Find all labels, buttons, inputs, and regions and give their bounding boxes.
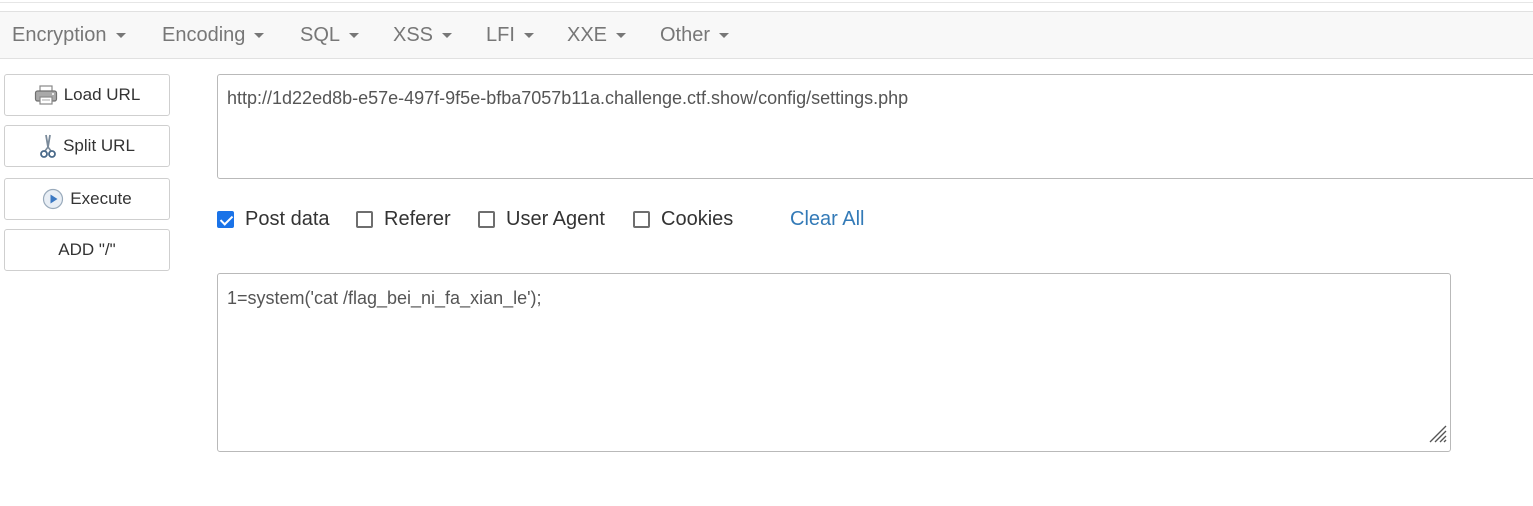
- url-textarea[interactable]: http://1d22ed8b-e57e-497f-9f5e-bfba7057b…: [217, 74, 1533, 179]
- post-data-textarea[interactable]: 1=system('cat /flag_bei_ni_fa_xian_le');: [217, 273, 1451, 452]
- menu-label: LFI: [486, 24, 515, 46]
- post-data-checkbox[interactable]: Post data: [217, 205, 330, 233]
- menu-label: Other: [660, 24, 711, 46]
- post-data-value: 1=system('cat /flag_bei_ni_fa_xian_le');: [227, 288, 542, 308]
- menu-label: Encryption: [12, 24, 107, 46]
- menu-sql[interactable]: SQL: [300, 12, 360, 58]
- resize-grip-icon[interactable]: [1426, 422, 1448, 449]
- menu-lfi[interactable]: LFI: [486, 12, 534, 58]
- menu-label: Encoding: [162, 24, 246, 46]
- load-url-button[interactable]: Load URL: [4, 74, 170, 116]
- caret-down-icon: [523, 33, 534, 39]
- referer-label: Referer: [384, 207, 451, 230]
- split-url-button[interactable]: Split URL: [4, 125, 170, 167]
- url-value: http://1d22ed8b-e57e-497f-9f5e-bfba7057b…: [227, 88, 909, 108]
- checkbox-empty-icon: [633, 210, 650, 228]
- add-slash-label: ADD "/": [58, 240, 116, 259]
- checkbox-empty-icon: [356, 210, 373, 228]
- menu-encryption[interactable]: Encryption: [12, 12, 126, 58]
- caret-down-icon: [719, 33, 730, 39]
- menu-label: XSS: [393, 24, 434, 46]
- menu-label: XXE: [567, 24, 608, 46]
- menu-xxe[interactable]: XXE: [567, 12, 627, 58]
- caret-down-icon: [254, 33, 265, 39]
- caret-down-icon: [115, 33, 126, 39]
- menu-xss[interactable]: XSS: [393, 12, 453, 58]
- post-data-label: Post data: [245, 207, 330, 230]
- cookies-label: Cookies: [661, 207, 734, 230]
- add-slash-button[interactable]: ADD "/": [4, 229, 170, 271]
- cookies-checkbox[interactable]: Cookies: [633, 205, 733, 233]
- referer-checkbox[interactable]: Referer: [356, 205, 451, 233]
- menu-label: SQL: [300, 24, 341, 46]
- scissors-icon: [39, 133, 57, 159]
- menu-other[interactable]: Other: [660, 12, 730, 58]
- play-icon: [42, 188, 64, 210]
- checkbox-empty-icon: [478, 210, 495, 228]
- checkbox-checked-icon: [217, 210, 234, 228]
- execute-label: Execute: [70, 189, 132, 208]
- caret-down-icon: [616, 33, 627, 39]
- caret-down-icon: [349, 33, 360, 39]
- menu-bar: Encryption Encoding SQL XSS LFI XXE Othe…: [0, 11, 1533, 59]
- split-url-label: Split URL: [63, 136, 135, 155]
- load-url-label: Load URL: [63, 85, 141, 104]
- options-row: Post data Referer User Agent Cookies Cle…: [217, 205, 1417, 233]
- execute-button[interactable]: Execute: [4, 178, 170, 220]
- user-agent-label: User Agent: [506, 207, 605, 230]
- printer-icon: [34, 84, 58, 106]
- user-agent-checkbox[interactable]: User Agent: [478, 205, 605, 233]
- top-divider: [0, 2, 1533, 3]
- clear-all-link[interactable]: Clear All: [790, 205, 864, 233]
- caret-down-icon: [442, 33, 453, 39]
- menu-encoding[interactable]: Encoding: [162, 12, 265, 58]
